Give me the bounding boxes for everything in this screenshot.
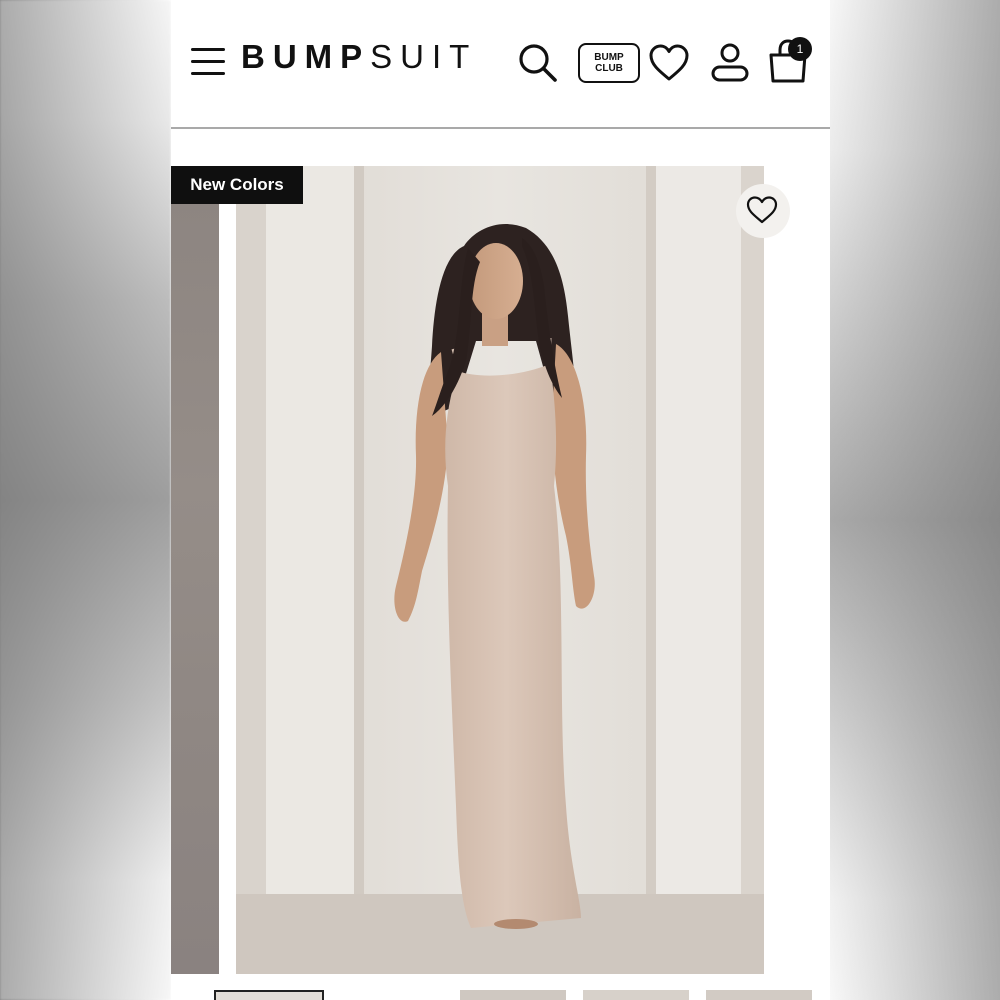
new-colors-badge: New Colors xyxy=(171,166,303,204)
product-photo-illustration xyxy=(236,166,764,974)
brand-logo[interactable]: BUMPSUIT xyxy=(241,38,477,78)
thumbnail-active[interactable] xyxy=(214,990,324,1000)
product-gallery[interactable]: New Colors xyxy=(171,166,830,974)
mobile-page: BUMPSUIT BUMP CLUB 1 New Colors xyxy=(171,0,830,1000)
logo-bold-text: BUMP xyxy=(241,38,371,75)
site-header: BUMPSUIT BUMP CLUB 1 xyxy=(171,0,830,129)
logo-light-text: SUIT xyxy=(370,38,478,75)
background-blur-left xyxy=(0,0,171,1000)
product-photo[interactable] xyxy=(236,166,764,974)
thumbnail[interactable] xyxy=(583,990,689,1000)
club-line-2: CLUB xyxy=(595,63,623,74)
cart-count-badge: 1 xyxy=(788,37,812,61)
search-icon[interactable] xyxy=(517,42,559,84)
thumbnail[interactable] xyxy=(706,990,812,1000)
thumbnail[interactable] xyxy=(460,990,566,1000)
club-line-1: BUMP xyxy=(594,52,624,63)
wishlist-button[interactable] xyxy=(736,184,790,238)
bump-club-button[interactable]: BUMP CLUB xyxy=(578,43,640,83)
user-icon[interactable] xyxy=(710,42,750,84)
heart-icon[interactable] xyxy=(648,43,690,83)
heart-icon xyxy=(746,196,778,224)
previous-slide-image[interactable] xyxy=(171,166,219,974)
menu-icon[interactable] xyxy=(191,48,225,76)
background-blur-right xyxy=(830,0,1000,1000)
thumbnail-strip xyxy=(171,990,830,1000)
